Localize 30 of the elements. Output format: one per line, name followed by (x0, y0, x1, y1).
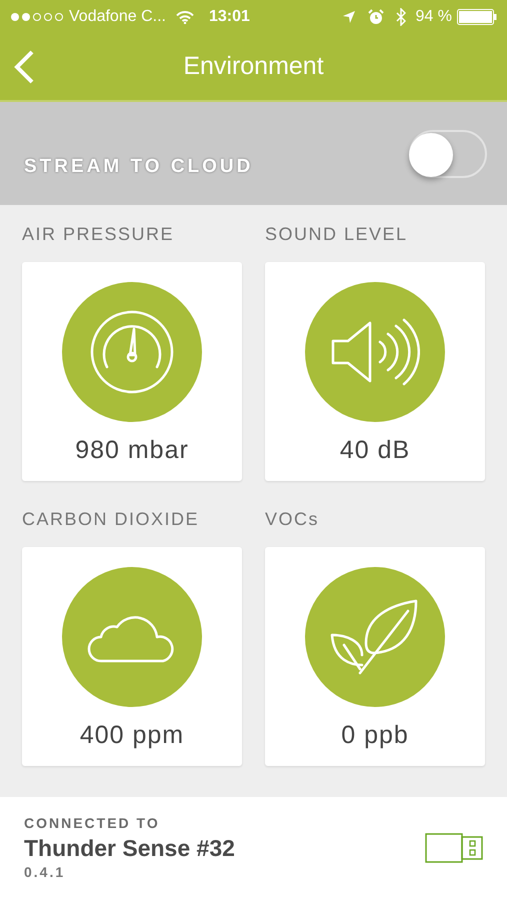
sensor-value: 980 mbar (75, 435, 189, 466)
sensor-value: 0 ppb (341, 720, 409, 751)
alarm-icon (368, 9, 384, 25)
sensor-label: VOCs (265, 508, 320, 531)
sensor-value: 40 dB (340, 435, 410, 466)
connected-caption: CONNECTED TO (24, 814, 161, 833)
leaves-icon (330, 599, 420, 675)
location-icon (342, 10, 356, 24)
speaker-icon (330, 317, 420, 387)
sensor-card[interactable]: 980 mbar (22, 262, 242, 481)
battery-percent: 94 % (416, 7, 452, 27)
battery-icon (457, 9, 497, 25)
carrier-name: Vodafone C... (69, 7, 166, 27)
sensor-label: AIR PRESSURE (22, 223, 176, 246)
version-number: 0.4.1 (24, 863, 66, 882)
sensor-card[interactable]: 400 ppm (22, 547, 242, 766)
back-icon[interactable] (13, 50, 35, 84)
stream-toggle[interactable] (409, 130, 487, 178)
sensor-label: SOUND LEVEL (265, 223, 409, 246)
sensor-value: 400 ppm (80, 720, 184, 751)
device-name: Thunder Sense #32 (24, 834, 235, 862)
signal-icon (10, 12, 65, 22)
screen-title: Environment (183, 51, 324, 82)
wifi-icon (176, 10, 194, 24)
sensor-card[interactable]: 40 dB (265, 262, 485, 481)
bluetooth-icon (396, 8, 406, 26)
clock-time: 13:01 (208, 7, 250, 27)
sensor-card[interactable]: 0 ppb (265, 547, 485, 766)
usb-stick-icon[interactable] (425, 833, 483, 863)
sensor-label: CARBON DIOXIDE (22, 508, 200, 531)
